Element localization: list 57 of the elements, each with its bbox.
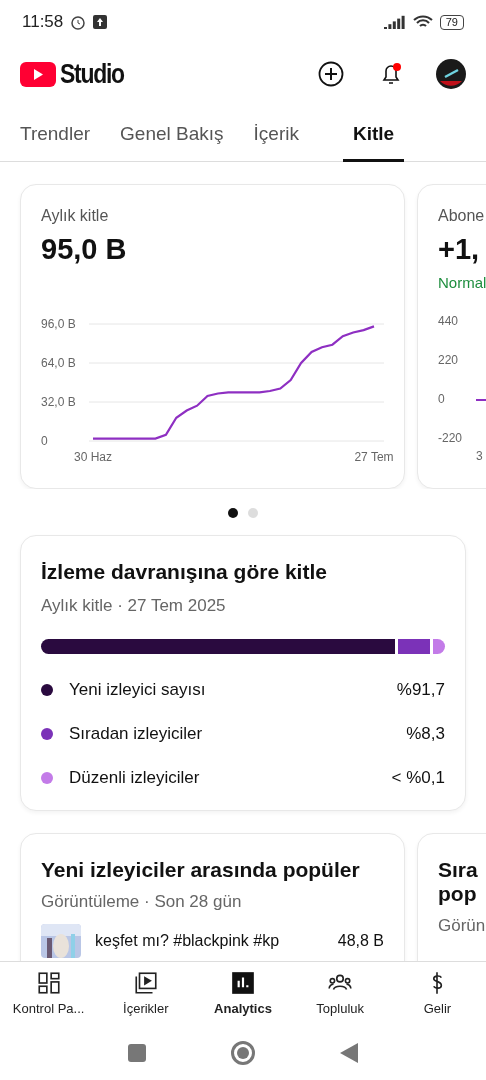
video-title: keşfet mı? #blackpink #kp [95, 932, 281, 950]
battery-indicator: 79 [439, 14, 464, 30]
nav-tab[interactable]: Topluluk [291, 962, 389, 1025]
clock: 11:58 [22, 12, 64, 32]
axis-label: 96,0 B [41, 317, 76, 331]
card-title: Yeni izleyiciler arasında popüler [41, 858, 361, 882]
analytics-icon [230, 970, 256, 996]
card-subtitle: Aylık kitle · 27 Tem 2025 [41, 596, 227, 616]
nav-tab[interactable]: İçerikler [97, 962, 195, 1025]
view-count: 48,8 B [337, 932, 384, 950]
play-icon [132, 970, 159, 996]
card-title: Sıra [438, 858, 479, 882]
play-logo-icon [20, 61, 56, 87]
legend-label: Düzenli izleyiciler [69, 768, 201, 788]
axis-label: 220 [438, 353, 459, 367]
dashboard-icon [35, 970, 62, 996]
axis-label: 64,0 B [41, 356, 76, 370]
axis-label: -220 [438, 431, 463, 445]
card-subtitle: Görüntüleme · Son 28 gün [41, 892, 243, 912]
create-button[interactable] [316, 59, 346, 89]
axis-label: 0 [438, 392, 445, 406]
chart-line [476, 398, 486, 402]
axis-label: 3 [476, 449, 483, 463]
avatar[interactable] [436, 59, 466, 89]
axis-label: 30 Haz [74, 450, 112, 464]
nav-tab[interactable]: Gelir [388, 962, 486, 1025]
nav-tab[interactable]: Kontrol Pa... [0, 962, 98, 1025]
legend-label: Yeni izleyici sayısı [69, 680, 207, 700]
card-title: İzleme davranışına göre kitle [41, 560, 328, 584]
tab[interactable]: İçerik [253, 123, 299, 162]
nav-tab[interactable]: Analytics [194, 962, 292, 1025]
axis-label: 440 [438, 314, 459, 328]
metric-value: +1, [438, 233, 481, 266]
axis-label: 0 [41, 434, 48, 448]
card-subtitle: Görün [438, 916, 486, 936]
status-note: Normal [438, 274, 486, 291]
upload-icon [93, 15, 108, 29]
legend-value: %91,7 [396, 680, 445, 700]
tab[interactable]: Trendler [20, 123, 91, 162]
metric-value: 95,0 B [41, 233, 128, 266]
app-logo: Studio [60, 58, 124, 90]
card-title: Aylık kitle [41, 207, 110, 225]
card-title: pop [438, 882, 478, 906]
page-indicator[interactable] [228, 508, 238, 518]
tab[interactable]: Kitle [342, 123, 405, 162]
axis-label: 32,0 B [41, 395, 76, 409]
card-title: Abone [438, 207, 486, 225]
alarm-icon [69, 13, 88, 31]
tab[interactable]: Genel Bakış [120, 123, 224, 162]
recents-button[interactable] [128, 1043, 146, 1062]
legend-value: < %0,1 [391, 768, 445, 788]
legend-value: %8,3 [406, 724, 445, 744]
axis-label: 27 Tem [354, 450, 394, 464]
signal-icon [383, 15, 406, 29]
home-button[interactable] [231, 1040, 255, 1065]
back-button[interactable] [340, 1042, 358, 1063]
legend-label: Sıradan izleyiciler [69, 724, 204, 744]
